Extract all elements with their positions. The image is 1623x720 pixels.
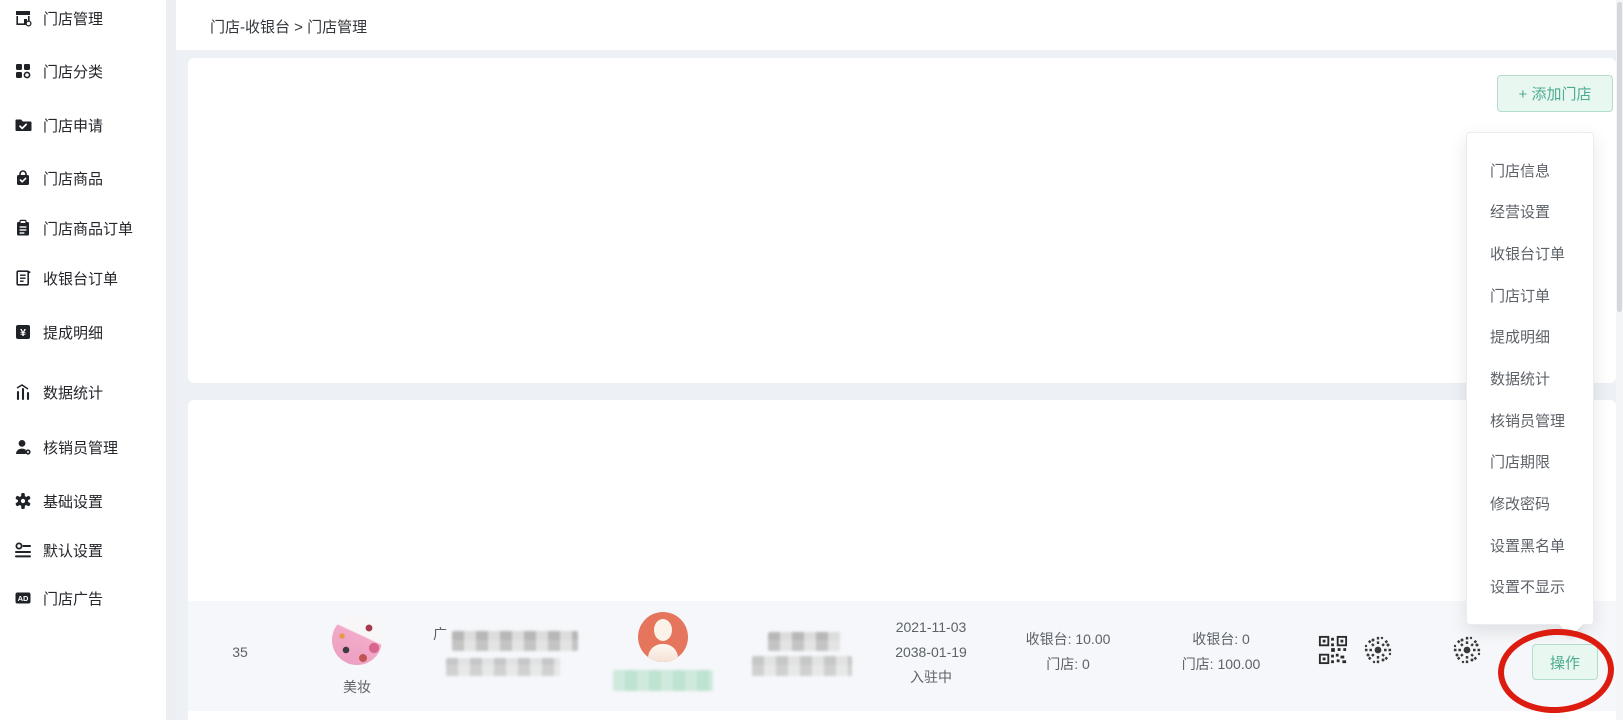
folder-check-icon — [14, 116, 32, 134]
cell-address-blur-line2 — [446, 658, 560, 676]
sidebar-item-default-settings[interactable]: 默认设置 — [0, 535, 166, 565]
store-miniprogram-code-icon[interactable] — [1449, 632, 1485, 668]
scrollbar[interactable] — [1616, 0, 1623, 720]
grid-icon — [14, 62, 32, 80]
cell-address-blur-line1 — [452, 631, 578, 651]
menu-item-set-hidden[interactable]: 设置不显示 — [1467, 576, 1593, 597]
sidebar-item-store-application[interactable]: 门店申请 — [0, 110, 166, 140]
sidebar-item-store-category[interactable]: 门店分类 — [0, 56, 166, 86]
svg-text:AD: AD — [18, 594, 29, 603]
manager-name-blur — [613, 670, 713, 691]
menu-item-store-orders[interactable]: 门店订单 — [1467, 285, 1593, 306]
sidebar-item-label: 门店商品订单 — [43, 218, 133, 239]
sidebar-item-store-ads[interactable]: AD 门店广告 — [0, 583, 166, 613]
cell-unsettled: 收银台: 0 门店: 100.00 — [1151, 627, 1291, 677]
cell-time-status: 2021-11-03 2038-01-19 入驻中 — [871, 615, 991, 690]
svg-text:¥: ¥ — [20, 327, 26, 339]
cashier-miniprogram-code-icon[interactable] — [1360, 632, 1396, 668]
manager-avatar — [638, 612, 688, 662]
menu-item-business-settings[interactable]: 经营设置 — [1467, 201, 1593, 222]
sidebar-item-label: 收银台订单 — [43, 268, 118, 289]
bag-icon — [14, 169, 32, 187]
sidebar-item-basic-settings[interactable]: 基础设置 — [0, 486, 166, 516]
menu-item-data-statistics[interactable]: 数据统计 — [1467, 368, 1593, 389]
storefront-icon — [14, 9, 32, 27]
sidebar-item-label: 核销员管理 — [43, 437, 118, 458]
sidebar-item-label: 门店广告 — [43, 588, 103, 609]
cell-received: 收银台: 10.00 门店: 0 — [998, 627, 1138, 677]
sidebar-item-label: 门店申请 — [43, 115, 103, 136]
sidebar-item-label: 门店商品 — [43, 168, 103, 189]
cashier-qr-code-icon[interactable] — [1318, 635, 1348, 665]
menu-item-store-info[interactable]: 门店信息 — [1467, 160, 1593, 181]
status-text: 入驻中 — [871, 665, 991, 690]
store-avatar — [332, 615, 382, 665]
sidebar-item-commission-detail[interactable]: ¥ 提成明细 — [0, 317, 166, 347]
menu-item-verifier-mgmt[interactable]: 核销员管理 — [1467, 410, 1593, 431]
cell-id: 35 — [210, 640, 270, 665]
menu-item-commission-detail[interactable]: 提成明细 — [1467, 326, 1593, 347]
sidebar-item-label: 数据统计 — [43, 382, 103, 403]
sidebar: 门店管理 门店分类 门店申请 门店商品 门店商品订单 收银台订单 ¥ 提成明细 … — [0, 0, 166, 720]
scrollbar-thumb[interactable] — [1617, 2, 1622, 312]
sidebar-gutter — [166, 0, 176, 720]
cell-phone-blur — [752, 656, 852, 676]
sidebar-item-data-statistics[interactable]: 数据统计 — [0, 377, 166, 407]
breadcrumb: 门店-收银台 > 门店管理 — [210, 16, 367, 37]
yen-icon: ¥ — [14, 323, 32, 341]
cell-store-name: 美妆 — [307, 675, 407, 700]
user-gear-icon — [14, 438, 32, 456]
sidebar-item-label: 默认设置 — [43, 540, 103, 561]
join-date: 2021-11-03 — [871, 615, 991, 640]
cell-category-blur — [768, 632, 840, 651]
sidebar-item-label: 门店分类 — [43, 61, 103, 82]
cell-address-prefix: 广 — [430, 622, 450, 647]
gear-icon — [14, 492, 32, 510]
ad-icon: AD — [14, 589, 32, 607]
filter-card — [188, 58, 1616, 383]
receipt-icon — [14, 269, 32, 287]
menu-item-cashier-orders[interactable]: 收银台订单 — [1467, 243, 1593, 264]
sliders-icon — [14, 541, 32, 559]
sidebar-item-cashier-orders[interactable]: 收银台订单 — [0, 263, 166, 293]
menu-item-store-term[interactable]: 门店期限 — [1467, 451, 1593, 472]
sidebar-item-store-goods-orders[interactable]: 门店商品订单 — [0, 213, 166, 243]
add-store-button[interactable]: + 添加门店 — [1497, 75, 1613, 112]
clipboard-icon — [14, 219, 32, 237]
menu-item-set-blacklist[interactable]: 设置黑名单 — [1467, 535, 1593, 556]
sidebar-item-store-management[interactable]: 门店管理 — [0, 3, 166, 33]
menu-item-change-password[interactable]: 修改密码 — [1467, 493, 1593, 514]
expire-date: 2038-01-19 — [871, 640, 991, 665]
actions-dropdown-menu: 门店信息 经营设置 收银台订单 门店订单 提成明细 数据统计 核销员管理 门店期… — [1466, 132, 1594, 625]
sidebar-item-verifier-management[interactable]: 核销员管理 — [0, 432, 166, 462]
sidebar-item-label: 提成明细 — [43, 322, 103, 343]
sidebar-item-label: 基础设置 — [43, 491, 103, 512]
topbar — [176, 0, 1623, 50]
sidebar-item-store-goods[interactable]: 门店商品 — [0, 163, 166, 193]
sidebar-item-label: 门店管理 — [43, 8, 103, 29]
bar-chart-icon — [14, 383, 32, 401]
